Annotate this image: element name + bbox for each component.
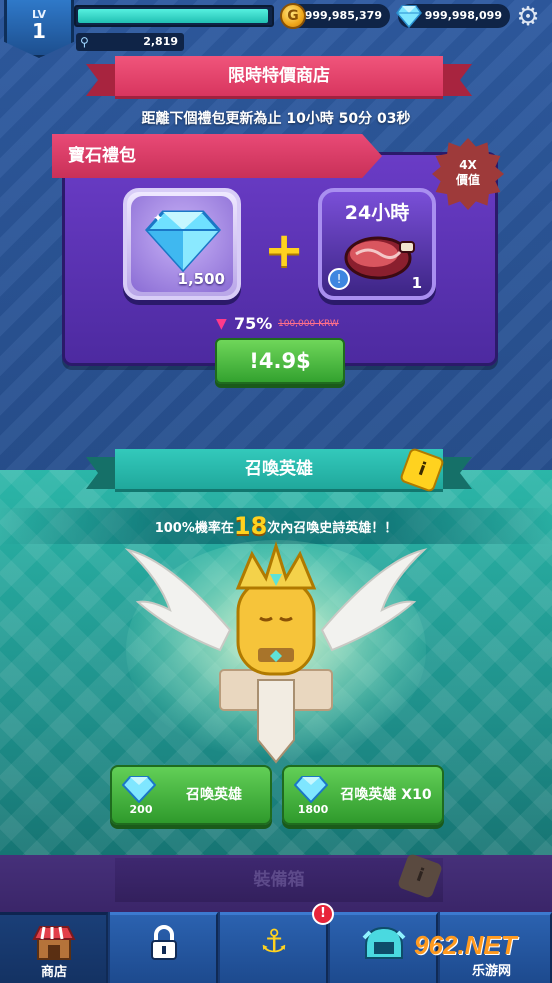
settings-gear-icon[interactable]: ⚙: [514, 3, 542, 31]
anchor-icon: ⚓: [259, 922, 289, 960]
plus-sign: +: [264, 222, 305, 278]
shop-title-ribbon: 限時特價商店: [115, 56, 443, 96]
summon-label: 召喚英雄 X10: [340, 787, 432, 803]
gold-coin-icon: G: [280, 3, 306, 29]
xp-bar: [74, 5, 274, 27]
value-badge-label: 價值: [455, 173, 480, 187]
original-price: 100,000 KRW: [278, 319, 339, 329]
shop-stall-icon: [0, 921, 108, 961]
package-name: 寶石禮包: [52, 134, 382, 178]
power-icon: ⚲: [80, 35, 89, 49]
gem-value: 999,998,099: [424, 9, 502, 22]
value-badge-multiplier: 4X: [459, 158, 477, 172]
nav-tab-locked[interactable]: [110, 912, 218, 983]
watermark-subtitle: 乐游网: [472, 963, 512, 978]
gem-card-inner: ✦ 1,500: [131, 196, 233, 292]
power-display: 2,819: [76, 33, 184, 51]
rate-suffix: 次內召喚史詩英雄！！: [267, 521, 398, 536]
equipment-box-title: 裝備箱: [115, 858, 443, 902]
meat-reward-card[interactable]: 24小時 ! 1: [318, 188, 436, 300]
gem-icon: [396, 5, 422, 28]
summon-hero-x10-button[interactable]: 1800 召喚英雄 X10: [282, 765, 444, 825]
meat-icon: [344, 236, 415, 280]
power-value: 2,819: [143, 35, 178, 48]
refresh-timer: 距離下個禮包更新為止 10小時 50分 03秒: [141, 111, 411, 127]
gem-quantity: 1,500: [177, 270, 225, 288]
clock-icon: !: [328, 268, 350, 290]
summon-title-ribbon: 召喚英雄: [115, 449, 443, 489]
summon-cost: 1800: [297, 803, 329, 816]
summon-label: 召喚英雄: [186, 787, 242, 803]
gem-reward-card[interactable]: ✦ 1,500: [123, 188, 241, 300]
rate-prefix: 100%機率在: [154, 521, 234, 536]
nav-tab-anchor[interactable]: ⚓: [220, 912, 328, 983]
meat-quantity: 1: [411, 274, 422, 292]
discount-percent: 75%: [234, 314, 273, 333]
meat-duration: 24小時: [344, 202, 410, 224]
alert-badge: !: [312, 903, 334, 925]
watermark: 962.NET 乐游网: [414, 930, 550, 980]
shop-title: 限時特價商店: [228, 66, 330, 86]
hero-portal-illustration: [124, 540, 428, 764]
rate-number: 18: [233, 512, 268, 540]
discount-arrow-icon: ▼: [216, 316, 227, 332]
level-value: 1: [32, 19, 46, 43]
summon-cost: 200: [129, 803, 153, 816]
summon-hero-button[interactable]: 200 召喚英雄: [110, 765, 272, 825]
gem-icon: [122, 776, 156, 803]
gem-icon: [294, 776, 328, 803]
buy-package-button[interactable]: !4.9$: [215, 338, 345, 384]
summon-title: 召喚英雄: [245, 459, 313, 479]
svg-text:✦: ✦: [153, 211, 163, 225]
gold-value: 999,985,379: [304, 9, 382, 22]
watermark-logo: 962.NET: [414, 930, 517, 960]
xp-bar-fill: [78, 9, 268, 23]
nav-label-shop: 商店: [40, 965, 67, 980]
lock-icon: [110, 921, 218, 961]
diamond-icon: ✦: [145, 210, 221, 272]
nav-tab-shop[interactable]: 商店: [0, 912, 108, 983]
summon-rate-banner: 100%機率在18次內召喚史詩英雄！！: [0, 508, 552, 544]
